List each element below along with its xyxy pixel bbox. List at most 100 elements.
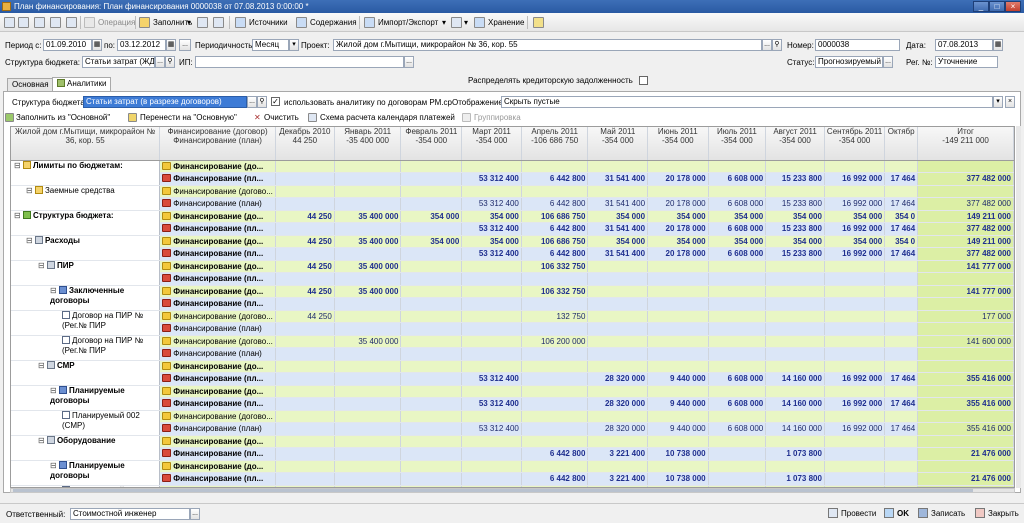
value-cell[interactable] [824,297,886,311]
value-cell[interactable] [334,435,402,448]
close-window-button[interactable]: × [1005,1,1021,12]
value-cell[interactable] [334,297,402,311]
period-to-field[interactable]: 03.12.2012 [117,39,166,51]
value-cell[interactable] [765,185,825,198]
print-dropdown-icon[interactable]: ▾ [462,15,470,30]
value-cell[interactable]: 28 320 000 [587,422,649,436]
budget-structure-search-icon[interactable]: ⚲ [165,56,175,68]
value-cell[interactable] [400,222,463,236]
value-cell[interactable]: 35 400 000 [334,210,402,223]
value-cell[interactable] [461,447,522,461]
row-type-cell[interactable]: Финансирование (до... [159,460,276,473]
total-cell[interactable] [917,435,1014,448]
value-cell[interactable] [647,347,709,361]
display-field[interactable]: Скрыть пустые [501,96,993,108]
budget-structure-field[interactable]: Статьи затрат (ЖД [82,56,155,68]
value-cell[interactable] [824,185,886,198]
row-type-cell[interactable]: Финансирование (до... [159,235,276,248]
value-cell[interactable] [461,260,522,273]
ip-select-button[interactable]: ... [404,56,414,68]
table-row[interactable]: Финансирование (план) 53 312 400 28 320 00… [11,422,1014,436]
row-type-cell[interactable]: Финансирование (пл... [159,172,276,186]
row-label-cell[interactable]: ⊟ Расходы [11,235,161,261]
row-type-cell[interactable]: Финансирование (пл... [159,297,276,311]
total-cell[interactable]: 141 777 000 [917,260,1014,273]
value-cell[interactable] [587,272,649,286]
value-cell[interactable] [884,285,919,298]
value-cell[interactable] [884,335,919,348]
value-cell[interactable]: 17 464 [884,372,919,386]
table-row[interactable]: Финансирование (план) [11,322,1014,336]
value-cell[interactable] [521,322,589,336]
value-cell[interactable]: 53 312 400 [461,247,522,261]
value-cell[interactable]: 106 686 750 [521,235,589,248]
value-cell[interactable] [334,160,402,173]
value-cell[interactable] [708,160,767,173]
value-cell[interactable]: 6 442 800 [521,447,589,461]
value-cell[interactable]: 132 750 [521,310,589,323]
value-cell[interactable]: 14 160 000 [765,372,825,386]
value-cell[interactable]: 6 608 000 [708,247,767,261]
post-doc-icon[interactable] [50,17,61,28]
table-row[interactable]: Финансирование (пл... 53 312 400 28 320 00… [11,397,1014,411]
total-cell[interactable] [917,322,1014,336]
value-cell[interactable] [334,247,402,261]
post-button[interactable]: Провести [828,507,876,521]
table-row[interactable]: ⊟ Расходы Финансирование (до... 44 250 35 4… [11,235,1014,261]
value-cell[interactable] [765,435,825,448]
clear-button[interactable]: Очистить [264,112,299,123]
back-icon[interactable] [4,17,15,28]
value-cell[interactable] [334,360,402,373]
value-cell[interactable] [708,260,767,273]
value-cell[interactable] [884,160,919,173]
value-cell[interactable] [708,410,767,423]
expand-toggle-icon[interactable]: ⊟ [26,236,35,245]
value-cell[interactable] [647,297,709,311]
budget-structure-select-button[interactable]: ... [155,56,165,68]
row-label-cell[interactable]: ⊟ ПИР [11,260,161,286]
value-cell[interactable] [334,272,402,286]
value-cell[interactable] [765,460,825,473]
value-cell[interactable] [275,172,335,186]
value-cell[interactable] [824,472,886,486]
row-type-cell[interactable]: Финансирование (пл... [159,247,276,261]
value-cell[interactable] [400,322,463,336]
value-cell[interactable] [884,410,919,423]
row-label-cell[interactable]: Договор на ПИР № (Рег.№ ПИР [11,310,161,336]
forward-icon[interactable] [18,17,29,28]
row-type-cell[interactable]: Финансирование (догово... [159,185,276,198]
maximize-button[interactable]: □ [989,1,1005,12]
value-cell[interactable] [884,435,919,448]
value-cell[interactable] [884,460,919,473]
total-cell[interactable] [917,410,1014,423]
value-cell[interactable] [521,397,589,411]
period-select-button[interactable]: ... [179,39,191,51]
table-row[interactable]: Финансирование (план) 53 312 400 6 442 800… [11,197,1014,211]
value-cell[interactable]: 15 233 800 [765,197,825,211]
value-cell[interactable] [461,472,522,486]
row-label-cell[interactable]: ⊟ СМР [11,360,161,386]
table-row[interactable]: ⊟ СМР Финансирование (до... [11,360,1014,386]
refresh-icon[interactable] [66,17,77,28]
value-cell[interactable]: 354 000 [765,210,825,223]
row-type-cell[interactable]: Финансирование (план) [159,197,276,211]
value-cell[interactable] [647,385,709,398]
value-cell[interactable] [461,160,522,173]
value-cell[interactable] [400,172,463,186]
row-type-cell[interactable]: Финансирование (догово... [159,310,276,323]
value-cell[interactable]: 354 000 [587,210,649,223]
move-to-main-button[interactable]: Перенести на "Основную" [140,112,237,123]
value-cell[interactable] [275,247,335,261]
value-cell[interactable] [400,297,463,311]
structure-field[interactable]: Статьи затрат (в разрезе договоров) [83,96,247,108]
close-button[interactable]: Закрыть [975,507,1019,521]
value-cell[interactable]: 354 000 [587,235,649,248]
value-cell[interactable] [521,372,589,386]
value-cell[interactable]: 17 464 [884,172,919,186]
sources-button[interactable]: Источники [247,15,290,30]
value-cell[interactable] [708,472,767,486]
value-cell[interactable] [334,222,402,236]
total-cell[interactable]: 355 416 000 [917,422,1014,436]
value-cell[interactable] [884,272,919,286]
value-cell[interactable]: 354 0 [884,210,919,223]
